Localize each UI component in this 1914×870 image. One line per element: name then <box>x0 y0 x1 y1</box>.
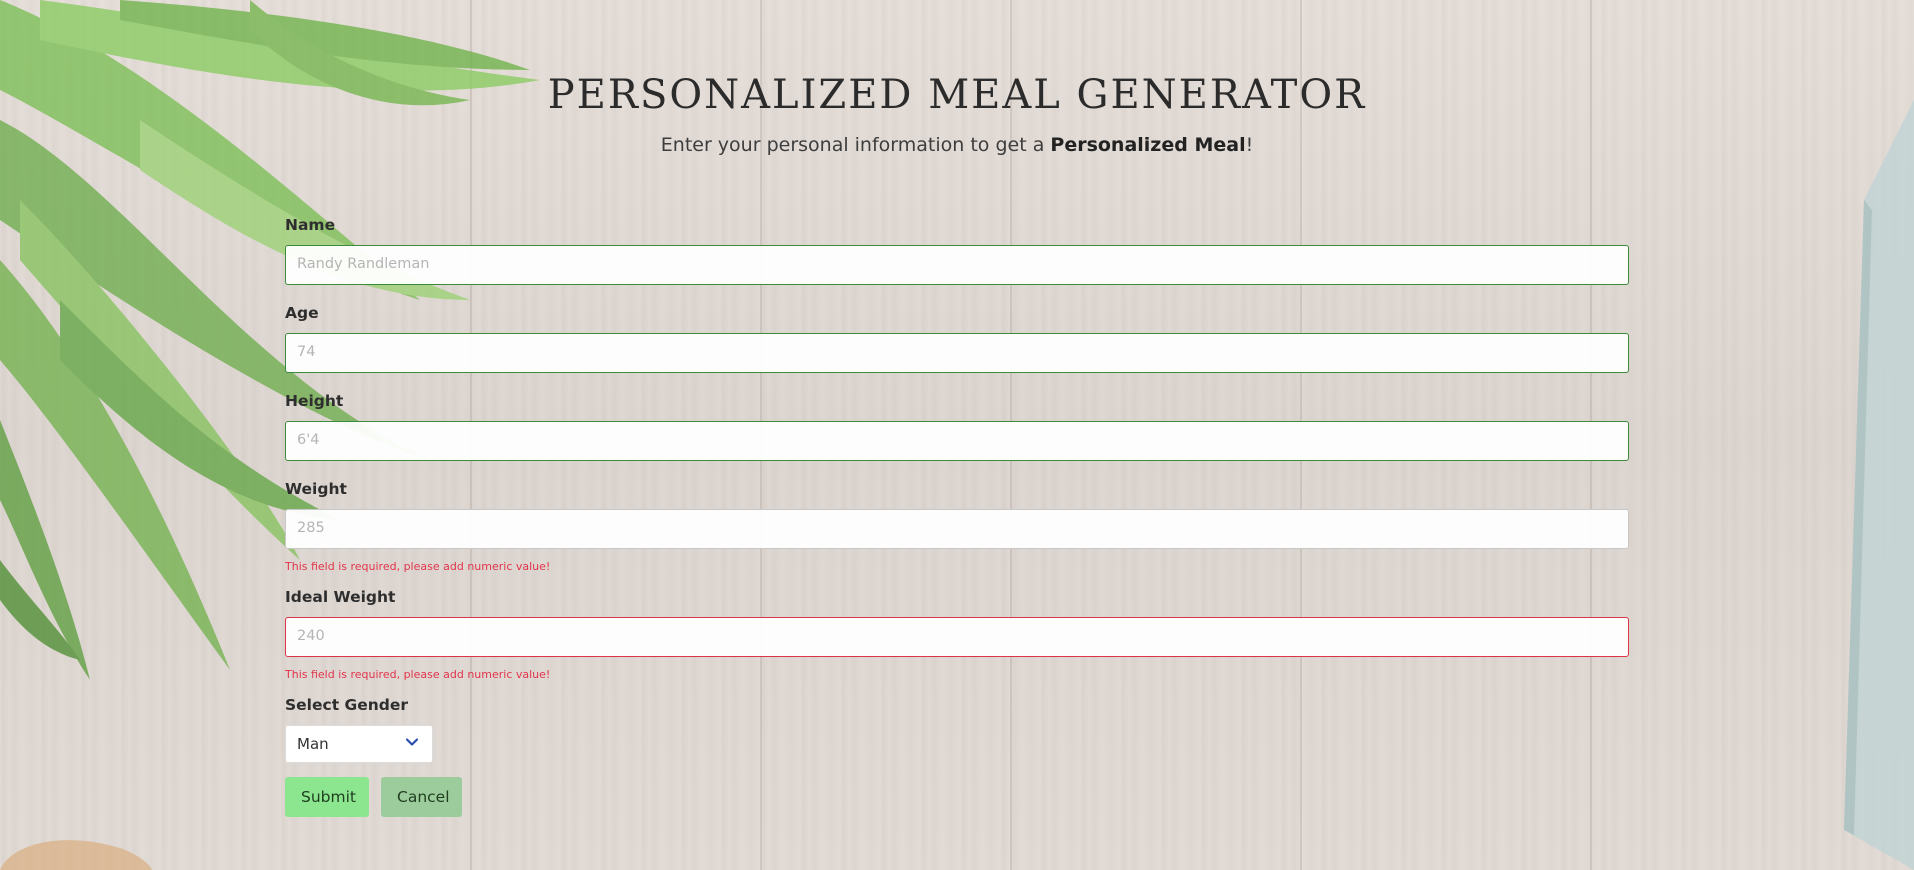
gender-label: Select Gender <box>285 696 409 714</box>
ideal-weight-input[interactable] <box>285 617 1629 657</box>
weight-group: Weight This field is required, please ad… <box>285 480 1629 574</box>
gender-group: Select Gender Man <box>285 696 1629 763</box>
submit-button[interactable]: Submit <box>285 777 369 817</box>
name-group: Name <box>285 216 1629 289</box>
height-group: Height <box>285 392 1629 465</box>
bread-decoration <box>0 840 152 870</box>
subtitle-suffix: ! <box>1245 134 1254 156</box>
height-input[interactable] <box>285 421 1629 461</box>
age-group: Age <box>285 304 1629 377</box>
name-label: Name <box>285 216 336 234</box>
age-input[interactable] <box>285 333 1629 373</box>
weight-error-message: This field is required, please add numer… <box>285 560 551 573</box>
form-actions: Submit Cancel <box>285 777 1629 817</box>
ideal-weight-group: Ideal Weight This field is required, ple… <box>285 588 1629 682</box>
name-input[interactable] <box>285 245 1629 285</box>
meal-form: Name Age Height Weight This field is req… <box>285 216 1629 817</box>
page-subtitle: Enter your personal information to get a… <box>0 134 1914 156</box>
age-label: Age <box>285 304 319 322</box>
gender-selected-value: Man <box>297 735 329 753</box>
weight-input[interactable] <box>285 509 1629 549</box>
ideal-weight-label: Ideal Weight <box>285 588 396 606</box>
page-header: PERSONALIZED MEAL GENERATOR Enter your p… <box>0 72 1914 156</box>
weight-label: Weight <box>285 480 347 498</box>
page-title: PERSONALIZED MEAL GENERATOR <box>547 72 1367 118</box>
chevron-down-icon <box>405 738 419 746</box>
ideal-weight-error-message: This field is required, please add numer… <box>285 668 551 681</box>
subtitle-text: Enter your personal information to get a <box>660 134 1051 156</box>
gender-select[interactable]: Man <box>285 725 433 763</box>
height-label: Height <box>285 392 344 410</box>
cancel-button[interactable]: Cancel <box>381 777 462 817</box>
subtitle-emphasis: Personalized Meal <box>1050 134 1246 156</box>
